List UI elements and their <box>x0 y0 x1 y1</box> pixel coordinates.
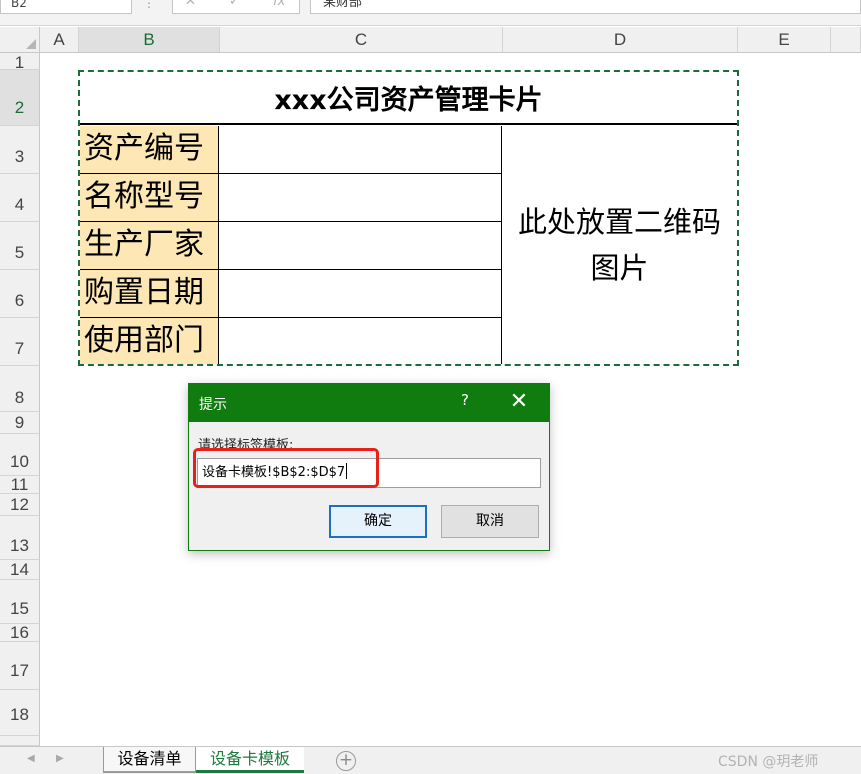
value-model[interactable] <box>219 174 502 222</box>
card-title-cell[interactable]: xxx公司资产管理卡片 <box>80 78 737 125</box>
sheet-tab-equipment-list[interactable]: 设备清单 <box>103 747 196 773</box>
ok-button[interactable]: 确定 <box>329 505 427 538</box>
sheet-tab-card-template[interactable]: 设备卡模板 <box>196 747 304 773</box>
help-icon[interactable]: ? <box>455 391 475 409</box>
next-sheet-icon[interactable]: ▶ <box>56 753 64 764</box>
column-header-d[interactable]: D <box>503 27 738 53</box>
value-purchase-date[interactable] <box>219 270 502 318</box>
row-header-14[interactable]: 14 <box>0 560 40 580</box>
row-header-1[interactable]: 1 <box>0 53 40 70</box>
label-model[interactable]: 名称型号 <box>80 174 219 222</box>
column-header-e[interactable]: E <box>738 27 831 53</box>
label-manufacturer[interactable]: 生产厂家 <box>80 222 219 270</box>
row-header-4[interactable]: 4 <box>0 174 40 222</box>
label-purchase-date[interactable]: 购置日期 <box>80 270 219 318</box>
range-input-value: 设备卡模板!$B$2:$D$7 <box>202 465 346 480</box>
column-header-c[interactable]: C <box>220 27 503 53</box>
dialog-titlebar[interactable]: 提示 ? ✕ <box>189 384 549 422</box>
column-header-a[interactable]: A <box>40 27 79 53</box>
row-header-3[interactable]: 3 <box>0 126 40 174</box>
label-department[interactable]: 使用部门 <box>80 318 219 364</box>
row-header-16[interactable]: 16 <box>0 624 40 642</box>
row-header-2[interactable]: 2 <box>0 70 40 126</box>
range-input[interactable]: 设备卡模板!$B$2:$D$7 <box>197 458 541 488</box>
template-select-dialog: 提示 ? ✕ 请选择标签模板: 设备卡模板!$B$2:$D$7 确定 取消 <box>188 383 550 551</box>
select-all-corner[interactable] <box>0 27 40 53</box>
prev-sheet-icon[interactable]: ◀ <box>27 753 35 764</box>
column-header-f[interactable] <box>831 27 861 53</box>
formula-buttons: ✕ ✓ fx <box>172 0 300 14</box>
dialog-title: 提示 <box>199 397 227 413</box>
formula-bar: B2 ⋮ ✕ ✓ fx 某财部 <box>0 0 861 26</box>
enter-icon[interactable]: ✓ <box>229 0 240 9</box>
column-header-b[interactable]: B <box>79 27 220 53</box>
value-manufacturer[interactable] <box>219 222 502 270</box>
row-header-19[interactable] <box>0 736 40 746</box>
row-header-12[interactable]: 12 <box>0 494 40 516</box>
function-icon[interactable]: fx <box>273 0 285 9</box>
row-header-7[interactable]: 7 <box>0 318 40 366</box>
row-header-9[interactable]: 9 <box>0 412 40 434</box>
name-box[interactable]: B2 <box>0 0 132 14</box>
cancel-icon[interactable]: ✕ <box>185 0 196 9</box>
value-asset-number[interactable] <box>219 126 502 174</box>
qr-code-placeholder[interactable]: 此处放置二维码图片 <box>502 126 737 364</box>
row-header-11[interactable]: 11 <box>0 476 40 494</box>
row-header-17[interactable]: 17 <box>0 642 40 690</box>
label-asset-number[interactable]: 资产编号 <box>80 126 219 174</box>
row-header-15[interactable]: 15 <box>0 580 40 624</box>
row-header-10[interactable]: 10 <box>0 434 40 476</box>
row-header-6[interactable]: 6 <box>0 270 40 318</box>
row-header-8[interactable]: 8 <box>0 366 40 412</box>
value-department[interactable] <box>219 318 502 364</box>
close-icon[interactable]: ✕ <box>507 388 531 416</box>
add-sheet-icon[interactable]: + <box>336 751 356 771</box>
row-header-5[interactable]: 5 <box>0 222 40 270</box>
cancel-button[interactable]: 取消 <box>441 505 539 538</box>
dialog-prompt: 请选择标签模板: <box>198 438 294 453</box>
formula-bar-dots-icon: ⋮ <box>143 0 155 10</box>
formula-input[interactable]: 某财部 <box>310 0 861 14</box>
text-caret <box>346 463 348 479</box>
sheet-tab-bar: ◀ ▶ 设备清单 设备卡模板 + CSDN @玥老师 <box>0 746 861 774</box>
watermark: CSDN @玥老师 <box>718 754 819 770</box>
row-header-18[interactable]: 18 <box>0 690 40 736</box>
row-header-13[interactable]: 13 <box>0 516 40 560</box>
